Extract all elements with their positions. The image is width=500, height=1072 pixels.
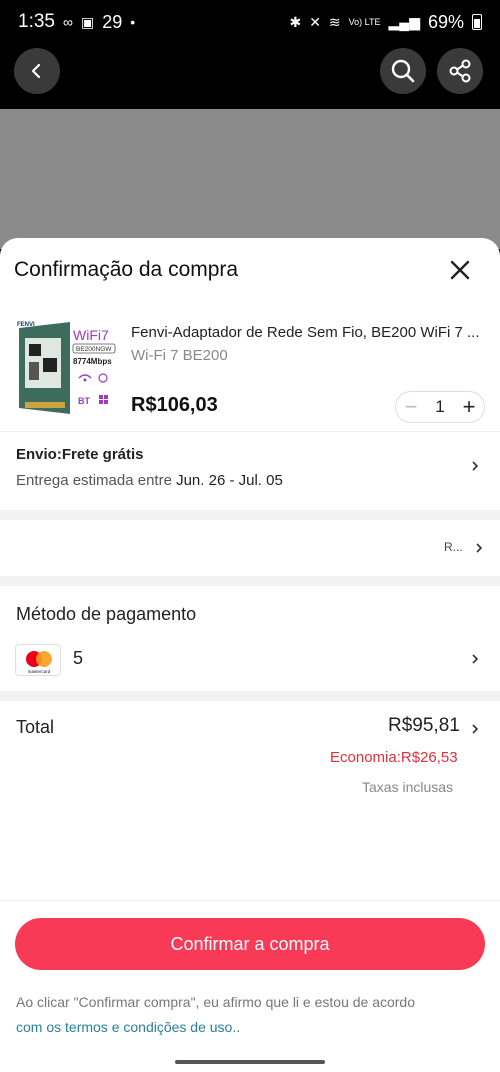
- savings-label: Economia:R$26,53: [330, 749, 458, 766]
- shipping-row[interactable]: Envio:Frete grátis Entrega estimada entr…: [0, 432, 500, 510]
- wifi7-label: WiFi7: [73, 327, 109, 343]
- close-icon: [450, 260, 470, 280]
- temperature: 29: [102, 11, 123, 32]
- status-left: 1:35 ∞ ▣ 29 •: [18, 11, 135, 33]
- quantity-stepper: − 1 +: [395, 391, 485, 423]
- sheet-title: Confirmação da compra: [14, 258, 239, 281]
- mastercard-logo: mastercard: [15, 644, 61, 676]
- payment-section[interactable]: Método de pagamento mastercard 5: [0, 586, 500, 691]
- bluetooth-icon: ✱: [289, 13, 302, 30]
- quantity-value: 1: [435, 397, 445, 416]
- taxes-label: Taxas inclusas: [362, 779, 454, 795]
- decrease-button[interactable]: −: [402, 396, 420, 418]
- network-label: Vo) LTE: [348, 17, 381, 27]
- mute-icon: ✕: [309, 13, 321, 30]
- legal-text: Ao clicar "Confirmar compra", eu afirmo …: [16, 994, 416, 1010]
- sheet-header: Confirmação da compra: [0, 238, 500, 302]
- confirm-purchase-button[interactable]: Confirmar a compra: [15, 918, 485, 970]
- shopping-bag-icon: ▣: [80, 13, 95, 30]
- dot-icon: •: [130, 14, 136, 30]
- product-variant[interactable]: Wi-Fi 7 BE200: [131, 347, 228, 364]
- mastercard-text: mastercard: [28, 669, 51, 674]
- share-icon: [449, 59, 471, 83]
- status-time: 1:35: [18, 11, 55, 32]
- signal-icon: ▂▄▆: [388, 13, 420, 30]
- search-button[interactable]: [380, 48, 426, 94]
- top-nav: [0, 44, 500, 109]
- purchase-sheet: Confirmação da compra FENVI WiFi7 BE200N…: [0, 238, 500, 1072]
- wifi-icon: ≋: [328, 13, 341, 30]
- shipping-estimate: Entrega estimada entre Jun. 26 - Jul. 05: [16, 472, 283, 489]
- chevron-left-icon: [31, 63, 41, 79]
- card-number: 5: [73, 648, 84, 668]
- address-blurred: R...: [444, 540, 463, 554]
- dimmed-backdrop[interactable]: [0, 109, 500, 249]
- chevron-right-icon[interactable]: [470, 724, 480, 734]
- mastercard-icon: mastercard: [26, 651, 52, 674]
- product-image[interactable]: FENVI WiFi7 BE200NGW 8774Mbps BT: [15, 318, 120, 418]
- brand-logo-text: FENVI: [17, 322, 35, 328]
- shipping-title: Envio:Frete grátis: [16, 446, 144, 463]
- product-price: R$106,03: [131, 394, 218, 416]
- battery-percent: 69%: [427, 11, 464, 32]
- address-row[interactable]: R...: [0, 520, 500, 576]
- section-divider: [0, 576, 500, 586]
- speed-label: 8774Mbps: [73, 357, 112, 366]
- chevron-right-icon: [472, 654, 479, 664]
- model-label: BE200NGW: [76, 346, 112, 353]
- payment-title: Método de pagamento: [16, 604, 197, 624]
- total-value[interactable]: R$95,81: [388, 715, 460, 737]
- svg-text:BT: BT: [78, 396, 90, 406]
- legal-notice: Ao clicar "Confirmar compra", eu afirmo …: [16, 990, 486, 1040]
- back-button[interactable]: [14, 48, 60, 94]
- shipping-estimate-prefix: Entrega estimada entre: [16, 472, 177, 489]
- total-label: Total: [16, 717, 55, 737]
- total-section: Total R$95,81 Economia:R$26,53 Taxas inc…: [0, 701, 500, 901]
- chevron-right-icon: [476, 543, 483, 553]
- terms-link[interactable]: com os termos e condições de uso..: [16, 1019, 240, 1035]
- search-icon: [391, 59, 415, 83]
- product-title[interactable]: Fenvi-Adaptador de Rede Sem Fio, BE200 W…: [131, 324, 487, 341]
- status-right: ✱ ✕ ≋ Vo) LTE ▂▄▆ 69%: [289, 12, 482, 33]
- chevron-right-icon: [472, 461, 479, 471]
- home-indicator[interactable]: [175, 1060, 325, 1064]
- product-row: FENVI WiFi7 BE200NGW 8774Mbps BT Fenvi-A…: [0, 302, 500, 432]
- infinity-icon: ∞: [62, 14, 73, 30]
- status-bar: 1:35 ∞ ▣ 29 • ✱ ✕ ≋ Vo) LTE ▂▄▆ 69%: [0, 0, 500, 44]
- close-button[interactable]: [446, 256, 474, 284]
- wifi-card-image: FENVI WiFi7 BE200NGW 8774Mbps BT: [17, 322, 116, 414]
- battery-icon: [472, 14, 482, 30]
- share-button[interactable]: [437, 48, 483, 94]
- shipping-estimate-dates: Jun. 26 - Jul. 05: [176, 472, 283, 489]
- section-divider: [0, 691, 500, 701]
- section-divider: [0, 510, 500, 520]
- increase-button[interactable]: +: [460, 396, 478, 418]
